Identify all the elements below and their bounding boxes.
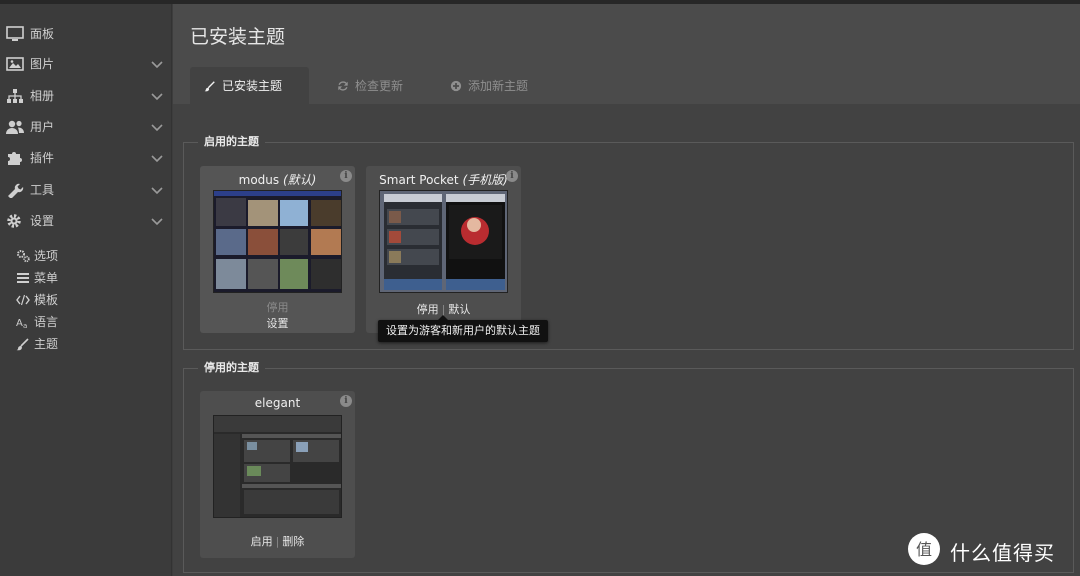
info-icon[interactable]: i bbox=[340, 395, 352, 407]
sidebar-subitem-templates[interactable]: 模板 bbox=[0, 290, 172, 310]
theme-screenshot[interactable] bbox=[379, 190, 508, 293]
chevron-down-icon[interactable] bbox=[151, 90, 163, 102]
set-default-link[interactable]: 默认 bbox=[448, 303, 470, 316]
tab-label: 已安装主题 bbox=[222, 79, 283, 93]
chevron-down-icon[interactable] bbox=[151, 121, 163, 133]
section-legend: 停用的主题 bbox=[198, 360, 265, 376]
svg-text:值: 值 bbox=[916, 540, 932, 559]
info-icon[interactable]: i bbox=[506, 170, 518, 182]
theme-actions: 启用 | 删除 bbox=[250, 535, 305, 548]
gear-icon bbox=[7, 214, 21, 228]
theme-sub-actions: 设置 bbox=[200, 315, 355, 331]
theme-name: modus (默认) bbox=[238, 173, 317, 187]
theme-screenshot[interactable] bbox=[213, 415, 342, 518]
sidebar-subitem-label: 菜单 bbox=[34, 271, 59, 285]
chevron-down-icon[interactable] bbox=[151, 215, 163, 227]
theme-screenshot[interactable] bbox=[213, 190, 342, 293]
sidebar-item-settings[interactable]: 设置 bbox=[0, 207, 172, 235]
delete-link[interactable]: 删除 bbox=[282, 535, 304, 548]
theme-name: elegant bbox=[254, 396, 301, 410]
sidebar-subitem-label: 模板 bbox=[34, 293, 59, 307]
wrench-icon bbox=[8, 183, 24, 198]
users-icon bbox=[6, 120, 24, 134]
chevron-down-icon[interactable] bbox=[151, 58, 163, 70]
sidebar-item-dashboard[interactable]: 面板 bbox=[0, 20, 172, 48]
sidebar-item-albums[interactable]: 相册 bbox=[0, 82, 172, 110]
tab-label: 检查更新 bbox=[355, 79, 404, 93]
sidebar-item-label: 图片 bbox=[30, 57, 55, 71]
sidebar-item-label: 插件 bbox=[30, 151, 55, 165]
deactivate-link[interactable]: 停用 bbox=[267, 301, 289, 314]
tab-installed-themes[interactable]: 已安装主题 bbox=[190, 67, 309, 104]
code-icon bbox=[16, 294, 30, 306]
sidebar-subitem-languages[interactable]: Aa 语言 bbox=[0, 312, 172, 332]
theme-name: Smart Pocket (手机版) bbox=[379, 173, 508, 187]
tab-add-theme[interactable]: 添加新主题 bbox=[436, 67, 548, 104]
sidebar-subitem-menus[interactable]: 菜单 bbox=[0, 268, 172, 288]
settings-link[interactable]: 设置 bbox=[267, 317, 289, 330]
theme-card-modus: modus (默认) i 停用 设置 bbox=[200, 166, 355, 333]
default-theme-tooltip: 设置为游客和新用户的默认主题 bbox=[378, 315, 548, 342]
main-content: 已安装主题 已安装主题 检查更新 添加新主题 启用的主题 modus (默认) … bbox=[173, 4, 1080, 576]
sidebar-item-photos[interactable]: 图片 bbox=[0, 50, 172, 78]
sidebar-item-label: 相册 bbox=[30, 89, 55, 103]
language-icon: Aa bbox=[16, 318, 27, 329]
chevron-down-icon[interactable] bbox=[151, 152, 163, 164]
sidebar-subitem-label: 主题 bbox=[34, 337, 59, 351]
brush-icon bbox=[204, 81, 215, 92]
monitor-icon bbox=[6, 26, 24, 41]
sitemap-icon bbox=[7, 89, 23, 103]
sidebar-subitem-options[interactable]: 选项 bbox=[0, 246, 172, 266]
watermark-logo: 值 bbox=[908, 533, 940, 565]
list-icon bbox=[17, 273, 29, 283]
puzzle-icon bbox=[8, 152, 22, 165]
section-legend: 启用的主题 bbox=[198, 134, 265, 150]
sidebar-item-tools[interactable]: 工具 bbox=[0, 176, 172, 204]
svg-text:A: A bbox=[16, 318, 23, 329]
sidebar: 面板 图片 相册 用户 插件 工具 设置 选项 菜单 模板 A a 语言 主题 bbox=[0, 4, 172, 576]
watermark-text: 什么值得买 bbox=[950, 541, 1055, 565]
sidebar-item-label: 用户 bbox=[30, 120, 55, 134]
sidebar-subitem-themes[interactable]: 主题 bbox=[0, 334, 172, 354]
deactivate-link[interactable]: 停用 bbox=[417, 303, 439, 316]
image-icon bbox=[6, 57, 24, 71]
plus-circle-icon bbox=[450, 80, 462, 92]
theme-actions: 停用 bbox=[200, 299, 355, 315]
tab-label: 添加新主题 bbox=[468, 79, 529, 93]
sidebar-item-plugins[interactable]: 插件 bbox=[0, 144, 172, 172]
refresh-icon bbox=[338, 81, 348, 91]
sidebar-item-label: 设置 bbox=[30, 214, 55, 228]
sidebar-subitem-label: 语言 bbox=[34, 315, 59, 329]
tab-check-updates[interactable]: 检查更新 bbox=[323, 67, 423, 104]
svg-text:a: a bbox=[23, 322, 27, 329]
sidebar-item-label: 工具 bbox=[30, 183, 55, 197]
page-title: 已安装主题 bbox=[190, 26, 286, 48]
sidebar-item-users[interactable]: 用户 bbox=[0, 113, 172, 141]
info-icon[interactable]: i bbox=[340, 170, 352, 182]
page-header: 已安装主题 已安装主题 检查更新 添加新主题 bbox=[173, 4, 1080, 104]
sidebar-item-label: 面板 bbox=[30, 27, 55, 41]
theme-card-elegant: elegant i 启用 | 删除 bbox=[200, 391, 355, 558]
brush-icon bbox=[16, 338, 29, 351]
sidebar-subitem-label: 选项 bbox=[34, 249, 59, 263]
cogs-icon bbox=[17, 250, 30, 263]
activate-link[interactable]: 启用 bbox=[251, 535, 273, 548]
chevron-down-icon[interactable] bbox=[151, 184, 163, 196]
theme-card-smart-pocket: Smart Pocket (手机版) i 停用 | 默认 bbox=[366, 166, 521, 333]
site-watermark: 值 什么值得买 bbox=[908, 530, 1078, 570]
